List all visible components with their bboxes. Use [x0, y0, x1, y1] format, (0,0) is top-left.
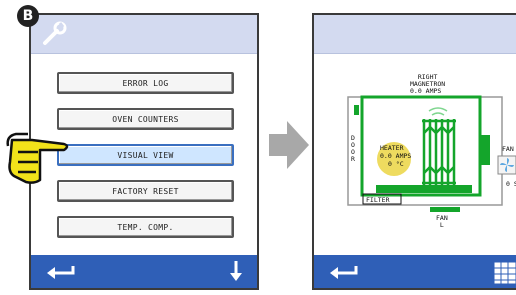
door-indicator	[354, 105, 359, 115]
magnetron-coil	[422, 119, 456, 185]
grid-icon[interactable]	[492, 260, 516, 288]
visual-view-button[interactable]: VISUAL VIEW	[57, 144, 234, 166]
heater-temp: 0 °C	[388, 160, 404, 168]
visual-view-screen: RIGHT MAGNETRON 0.0 AMPS D O O R HEATER …	[312, 13, 516, 290]
fan-r-value: 0 S	[506, 180, 516, 188]
menu-header-bar	[31, 15, 257, 54]
fan-l-label: FAN L	[436, 214, 448, 229]
menu-footer-bar	[31, 255, 257, 288]
fan-icon	[497, 155, 516, 179]
bottom-strip	[430, 207, 460, 212]
filter-label: FILTER	[366, 196, 390, 204]
heater-amps: 0.0 AMPS	[380, 152, 412, 160]
oven-diagram	[347, 95, 503, 212]
bottom-tray	[376, 185, 472, 193]
right-magnetron-amps: 0.0 AMPS	[410, 87, 442, 95]
temp-comp-button[interactable]: TEMP. COMP.	[57, 216, 234, 238]
factory-reset-button[interactable]: FACTORY RESET	[57, 180, 234, 202]
step-badge: B	[17, 5, 39, 27]
oven-counters-button[interactable]: OVEN COUNTERS	[57, 108, 234, 130]
back-arrow-icon[interactable]	[43, 263, 77, 285]
error-log-button[interactable]: ERROR LOG	[57, 72, 234, 94]
door-label: D O O R	[351, 134, 355, 163]
wrench-icon	[41, 21, 69, 51]
transition-arrow-icon	[269, 121, 309, 173]
heater-label: HEATER	[380, 144, 404, 152]
right-magnetron-label: RIGHT MAGNETRON	[410, 73, 446, 88]
down-arrow-icon[interactable]	[229, 260, 243, 286]
back-arrow-icon[interactable]	[326, 263, 360, 285]
pointing-hand-icon	[4, 122, 70, 190]
visual-footer-bar	[314, 255, 516, 288]
right-side-block	[480, 135, 490, 165]
magnetron-wave	[428, 107, 448, 116]
fan-r-label: FAN	[502, 145, 514, 153]
